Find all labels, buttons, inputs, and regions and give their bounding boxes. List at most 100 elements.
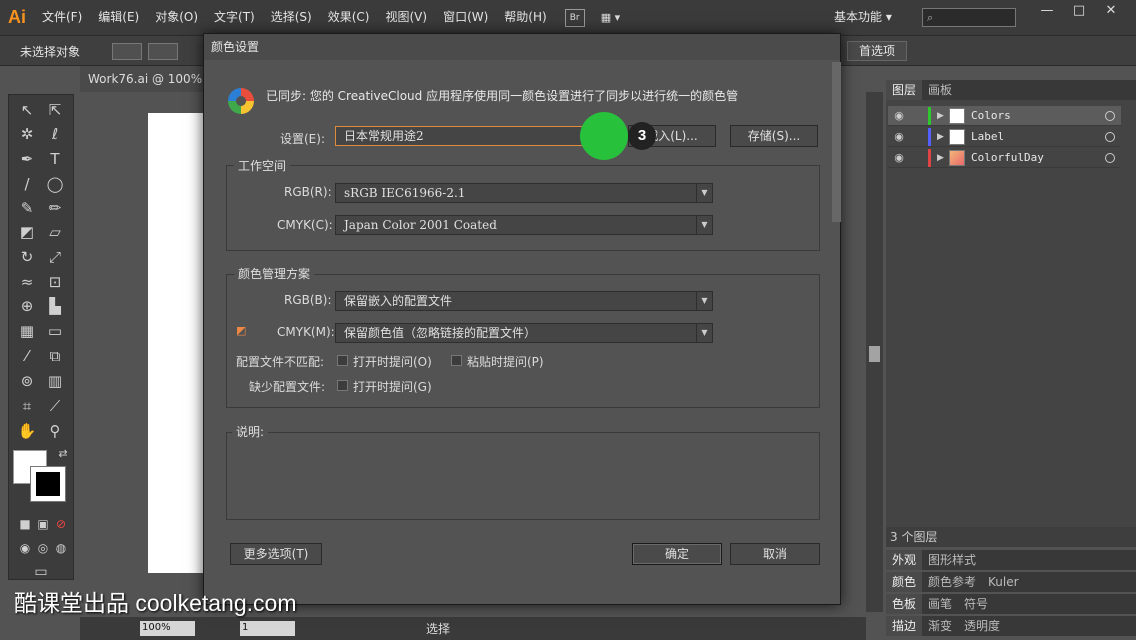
expand-triangle-icon[interactable]: ▶ (937, 153, 949, 163)
swap-colors-icon[interactable]: ⇄ (51, 443, 75, 465)
expand-triangle-icon[interactable]: ▶ (937, 111, 949, 121)
pen-tool-icon[interactable]: ✒ (15, 148, 39, 170)
policy-rgb-label: RGB(B): (284, 293, 332, 307)
tab-stroke[interactable]: 描边 (886, 616, 923, 636)
rgb-workspace-dropdown[interactable]: sRGB IEC61966-2.1 ▼ (335, 183, 713, 203)
tab-symbols[interactable]: 符号 (958, 594, 994, 614)
draw-inside-icon[interactable]: ◍ (49, 537, 73, 559)
target-circle-icon[interactable] (1105, 131, 1115, 142)
cmyk-workspace-dropdown[interactable]: Japan Color 2001 Coated ▼ (335, 215, 713, 235)
tab-artboards[interactable]: 画板 (922, 80, 958, 100)
workspace-switcher[interactable]: 基本功能 ▾ (834, 0, 892, 35)
save-button[interactable]: 存储(S)... (730, 125, 818, 147)
layers-tabs: 图层 画板 (886, 80, 1136, 100)
selection-tool-icon[interactable]: ↖ (15, 99, 39, 121)
gradient-tool-icon[interactable]: ▭ (43, 320, 67, 342)
menu-select[interactable]: 选择(S) (263, 0, 320, 35)
free-transform-icon[interactable]: ⊡ (43, 271, 67, 293)
visibility-eye-icon[interactable]: ◉ (888, 130, 910, 143)
tab-color-guide[interactable]: 颜色参考 (922, 572, 982, 592)
tab-transparency[interactable]: 透明度 (958, 616, 1006, 636)
hand-tool-icon[interactable]: ✋ (15, 420, 39, 442)
bridge-button[interactable]: Br (564, 8, 585, 27)
layer-row-label[interactable]: ◉ ▶ Label (888, 127, 1121, 147)
policy-rgb-dropdown[interactable]: 保留嵌入的配置文件 ▼ (335, 291, 713, 311)
menu-window[interactable]: 窗口(W) (435, 0, 496, 35)
stroke-swatch-dropdown[interactable] (148, 43, 178, 60)
cancel-button[interactable]: 取消 (730, 543, 820, 565)
tab-color[interactable]: 颜色 (886, 572, 923, 592)
arrange-documents-icon[interactable]: ▦ ▾ (601, 9, 631, 27)
mesh-tool-icon[interactable]: ▦ (15, 320, 39, 342)
target-circle-icon[interactable] (1105, 152, 1115, 163)
more-options-button[interactable]: 更多选项(T) (230, 543, 322, 565)
paintbrush-icon[interactable]: ✎ (15, 197, 39, 219)
column-graph-icon[interactable]: ▥ (43, 370, 67, 392)
settings-dropdown[interactable]: 日本常规用途2 ▼ (335, 126, 622, 146)
target-circle-icon[interactable] (1105, 110, 1115, 121)
ok-button[interactable]: 确定 (632, 543, 722, 565)
tab-graphic-styles[interactable]: 图形样式 (922, 550, 982, 570)
none-mode-icon[interactable]: ⊘ (49, 513, 73, 535)
stroke-color[interactable] (30, 466, 66, 502)
artboard-tool-icon[interactable]: ⌗ (15, 395, 39, 417)
menu-view[interactable]: 视图(V) (377, 0, 435, 35)
shape-builder-icon[interactable]: ⊕ (15, 295, 39, 317)
tab-layers[interactable]: 图层 (886, 80, 923, 100)
screen-mode-icon[interactable]: ▭ (29, 561, 53, 583)
minimize-button[interactable]: — (1032, 2, 1062, 20)
tab-gradient[interactable]: 渐变 (922, 616, 958, 636)
layer-row-colorfulday[interactable]: ◉ ▶ ColorfulDay (888, 148, 1121, 168)
pencil-icon[interactable]: ✏ (43, 197, 67, 219)
tab-appearance[interactable]: 外观 (886, 550, 923, 570)
tab-kuler[interactable]: Kuler (982, 572, 1025, 592)
zoom-tool-icon[interactable]: ⚲ (43, 420, 67, 442)
maximize-button[interactable]: □ (1064, 2, 1094, 20)
layer-row-colors[interactable]: ◉ ▶ Colors (888, 106, 1121, 126)
blob-brush-icon[interactable]: ◩ (15, 221, 39, 243)
fill-swatch-dropdown[interactable] (112, 43, 142, 60)
rotate-icon[interactable]: ↻ (15, 246, 39, 268)
direct-selection-tool-icon[interactable]: ⇱ (43, 99, 67, 121)
mismatch-paste-checkbox[interactable] (451, 355, 462, 366)
search-input[interactable]: ⌕ (922, 8, 1016, 27)
missing-open-checkbox[interactable] (337, 380, 348, 391)
slice-tool-icon[interactable]: ⟋ (43, 395, 67, 417)
ellipse-tool-icon[interactable]: ◯ (43, 173, 67, 195)
width-tool-icon[interactable]: ≈ (15, 271, 39, 293)
mismatch-open-checkbox[interactable] (337, 355, 348, 366)
artboard-number-field[interactable]: 1 (240, 621, 295, 636)
magic-wand-icon[interactable]: ✲ (15, 123, 39, 145)
symbol-sprayer-icon[interactable]: ⊚ (15, 370, 39, 392)
eraser-icon[interactable]: ▱ (43, 221, 67, 243)
tab-brushes[interactable]: 画笔 (922, 594, 958, 614)
scale-icon[interactable]: ⤢ (43, 246, 67, 268)
zoom-level-field[interactable]: 100% (140, 621, 195, 636)
policy-cmyk-dropdown[interactable]: 保留颜色值（忽略链接的配置文件） ▼ (335, 323, 713, 343)
menu-type[interactable]: 文字(T) (206, 0, 263, 35)
visibility-eye-icon[interactable]: ◉ (888, 109, 910, 122)
scroll-thumb[interactable] (869, 346, 880, 362)
menu-help[interactable]: 帮助(H) (496, 0, 554, 35)
chevron-down-icon: ▼ (696, 216, 712, 234)
dialog-scrollbar[interactable] (832, 62, 841, 222)
line-tool-icon[interactable]: / (15, 173, 39, 195)
menu-object[interactable]: 对象(O) (147, 0, 206, 35)
menu-file[interactable]: 文件(F) (34, 0, 90, 35)
eyedropper-icon[interactable]: ⁄ (15, 345, 39, 367)
menu-edit[interactable]: 编辑(E) (90, 0, 147, 35)
blend-tool-icon[interactable]: ⧉ (43, 345, 67, 367)
lasso-icon[interactable]: ℓ (43, 123, 67, 145)
tab-swatches[interactable]: 色板 (886, 594, 923, 614)
menu-effect[interactable]: 效果(C) (320, 0, 378, 35)
status-tool-label: 选择 (426, 622, 451, 636)
visibility-eye-icon[interactable]: ◉ (888, 151, 910, 164)
artboard (148, 113, 210, 573)
expand-triangle-icon[interactable]: ▶ (937, 132, 949, 142)
policy-cmyk-value: 保留颜色值（忽略链接的配置文件） (344, 326, 537, 340)
type-tool-icon[interactable]: T (43, 148, 67, 170)
preferences-button[interactable]: 首选项 (847, 41, 907, 61)
perspective-grid-icon[interactable]: ▙ (43, 295, 67, 317)
document-tab[interactable]: Work76.ai @ 100% (80, 66, 210, 92)
close-button[interactable]: ✕ (1096, 2, 1126, 20)
